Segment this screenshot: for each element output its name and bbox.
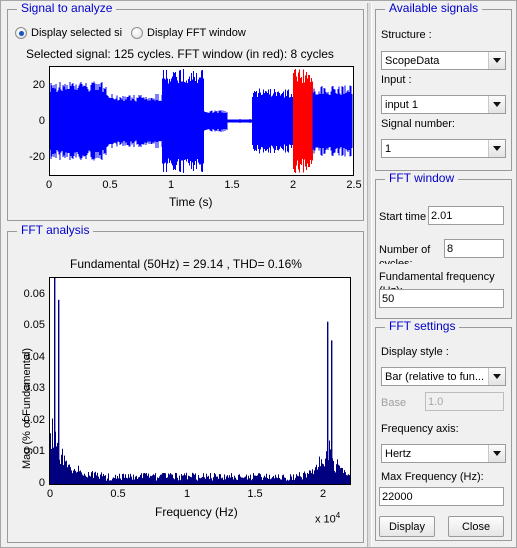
fft-exponent-power: 4 [335,511,341,520]
fundamental-frequency-input[interactable]: 50 [379,289,504,308]
signal-plot-axes [49,66,354,176]
structure-label: Structure : [381,29,432,41]
group-title-fft-settings: FFT settings [385,320,460,332]
fft-xtick-0.5: 0.5 [110,488,126,500]
fft-xaxis-exponent: x 104 [315,511,340,526]
fft-xaxis-label: Frequency (Hz) [155,505,238,519]
signal-ytick-neg20: -20 [29,151,45,163]
fundamental-frequency-label: Fundamental frequency [379,271,495,283]
input-combo[interactable]: input 1 [381,95,506,114]
fft-ytick-0.05: 0.05 [23,319,45,331]
number-of-cycles-label-line2: cycles: [379,258,413,264]
input-label: Input : [381,74,412,86]
fft-yaxis-label: Mag (% of Fundamental) [21,347,33,469]
signal-xtick-1.5: 1.5 [224,179,240,191]
signal-number-combo[interactable]: 1 [381,139,506,158]
signal-xtick-0.5: 0.5 [102,179,118,191]
number-of-cycles-input[interactable]: 8 [444,239,504,258]
radio-fft-window-icon[interactable] [131,27,143,39]
display-button[interactable]: Display [379,516,435,537]
fft-plot-axes [49,277,351,485]
start-time-label: Start time (s): [379,211,429,223]
signal-number-label: Signal number: [381,118,455,130]
group-title-signal-to-analyze: Signal to analyze [17,2,117,14]
fft-exponent-base: x 10 [315,513,336,526]
fft-ytick-0.06: 0.06 [23,288,45,300]
radio-fft-window-label: Display FFT window [147,27,246,39]
signal-xtick-1: 1 [167,179,175,191]
fft-xtick-0: 0 [46,488,54,500]
display-style-combo-value: Bar (relative to fun... [385,370,485,383]
fft-ytick-0: 0 [38,477,45,489]
frequency-axis-combo-value: Hertz [385,447,412,460]
group-title-fft-analysis: FFT analysis [17,224,94,236]
signal-xaxis-label: Time (s) [169,195,213,209]
signal-number-combo-chevron-down-icon[interactable] [488,140,505,157]
number-of-cycles-label: Number of [379,244,431,256]
signal-ytick-20: 20 [32,79,45,91]
signal-time-plot: 20 0 -20 0 0.5 1 1.5 2 2.5 Time (s) [11,63,362,218]
signal-xtick-2: 2 [289,179,297,191]
radio-display-fft-window[interactable]: Display FFT window [131,25,271,41]
structure-combo-chevron-down-icon[interactable] [488,52,505,69]
fft-xtick-1: 1 [183,488,191,500]
frequency-axis-label: Frequency axis: [381,423,459,435]
panel-divider [367,3,372,547]
group-title-fft-window: FFT window [385,172,459,184]
input-combo-value: input 1 [385,98,419,111]
max-frequency-label: Max Frequency (Hz): [381,471,484,483]
base-label: Base [381,397,407,409]
max-frequency-input[interactable]: 22000 [379,487,504,506]
signal-xtick-2.5: 2.5 [346,179,362,191]
fft-spectrum-plot: 0.06 0.05 0.04 0.03 0.02 0.01 0 0 0.5 1 … [9,273,361,541]
start-time-input[interactable]: 2.01 [428,206,504,225]
display-style-label: Display style : [381,346,449,358]
fft-xtick-2: 2 [319,488,327,500]
signal-number-combo-value: 1 [385,142,392,155]
display-style-combo-chevron-down-icon[interactable] [488,368,505,385]
group-title-available-signals: Available signals [385,2,483,14]
fft-plot-title: Fundamental (50Hz) = 29.14 , THD= 0.16% [70,257,302,271]
radio-selected-signal-icon[interactable] [15,27,27,39]
fft-spectrum-bars [50,278,350,484]
input-combo-chevron-down-icon[interactable] [488,96,505,113]
selected-signal-info: Selected signal: 125 cycles. FFT window … [26,47,334,61]
fft-xtick-1.5: 1.5 [247,488,263,500]
structure-combo-value: ScopeData [385,54,440,67]
signal-ytick-0: 0 [38,115,45,127]
frequency-axis-combo-chevron-down-icon[interactable] [488,445,505,462]
base-input: 1.0 [425,392,504,411]
signal-trace [50,68,353,174]
signal-xtick-0: 0 [45,179,53,191]
frequency-axis-combo[interactable]: Hertz [381,444,506,463]
close-button[interactable]: Close [448,516,504,537]
fft-analysis-window: Signal to analyze Display selected si Di… [0,0,517,548]
display-style-combo[interactable]: Bar (relative to fun... [381,367,506,386]
structure-combo[interactable]: ScopeData [381,51,506,70]
